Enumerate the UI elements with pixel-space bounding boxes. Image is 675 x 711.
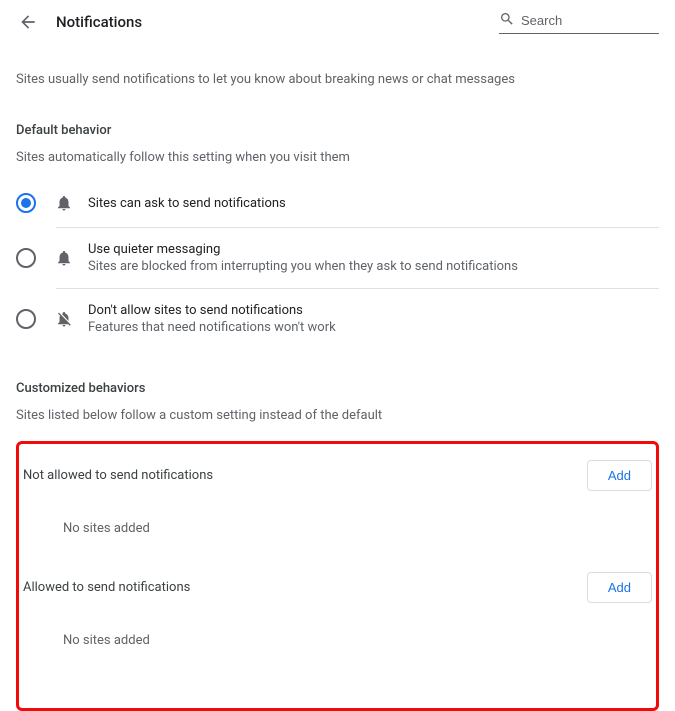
blocked-empty-text: No sites added — [23, 497, 652, 566]
radio-ask[interactable] — [16, 193, 36, 213]
option-quieter-label: Use quieter messaging — [88, 242, 518, 257]
bell-icon — [54, 248, 74, 268]
add-blocked-button[interactable]: Add — [587, 460, 652, 491]
option-quieter[interactable]: Use quieter messaging Sites are blocked … — [16, 228, 659, 288]
radio-quieter[interactable] — [16, 248, 36, 268]
search-icon — [499, 11, 515, 31]
option-block-label: Don't allow sites to send notifications — [88, 303, 336, 318]
option-quieter-desc: Sites are blocked from interrupting you … — [88, 259, 518, 274]
option-block[interactable]: Don't allow sites to send notifications … — [16, 289, 659, 349]
arrow-back-icon — [18, 12, 38, 32]
allowed-list-title: Allowed to send notifications — [23, 580, 190, 595]
page-title: Notifications — [56, 13, 142, 31]
option-block-desc: Features that need notifications won't w… — [88, 320, 336, 335]
customized-lists-highlight: Not allowed to send notifications Add No… — [16, 441, 659, 711]
default-behavior-subtitle: Sites automatically follow this setting … — [16, 150, 659, 165]
customized-title: Customized behaviors — [16, 381, 659, 396]
option-ask[interactable]: Sites can ask to send notifications — [16, 179, 659, 227]
allowed-empty-text: No sites added — [23, 609, 652, 678]
default-behavior-title: Default behavior — [16, 123, 659, 138]
blocked-list-header: Not allowed to send notifications Add — [23, 454, 652, 497]
radio-block[interactable] — [16, 309, 36, 329]
allowed-list-header: Allowed to send notifications Add — [23, 566, 652, 609]
search-input[interactable] — [521, 13, 659, 28]
search-field[interactable] — [499, 11, 659, 34]
bell-icon — [54, 193, 74, 213]
customized-subtitle: Sites listed below follow a custom setti… — [16, 408, 659, 423]
bell-off-icon — [54, 309, 74, 329]
blocked-list-title: Not allowed to send notifications — [23, 468, 213, 483]
page-header: Notifications — [0, 0, 675, 42]
intro-text: Sites usually send notifications to let … — [16, 72, 659, 87]
add-allowed-button[interactable]: Add — [587, 572, 652, 603]
back-button[interactable] — [16, 10, 40, 34]
option-ask-label: Sites can ask to send notifications — [88, 196, 286, 211]
